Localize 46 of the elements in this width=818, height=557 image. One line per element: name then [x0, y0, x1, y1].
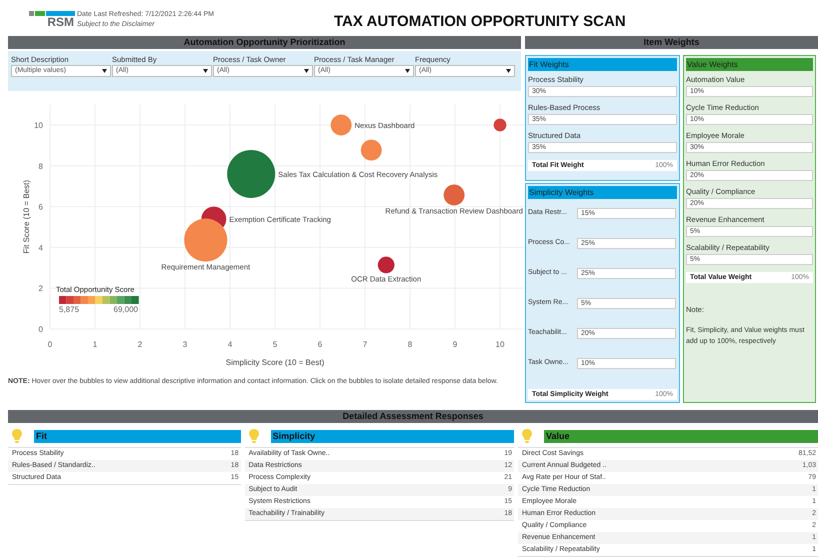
y-tick-label: 6 [38, 202, 43, 212]
section-header: Automation Opportunity Prioritization [8, 36, 521, 49]
x-tick-label: 2 [138, 340, 142, 349]
page-title: TAX AUTOMATION OPPORTUNITY SCAN [334, 13, 626, 31]
caret-icon [203, 69, 208, 73]
lightbulb-icon [248, 429, 259, 443]
y-tick-label: 4 [38, 243, 43, 252]
panel-header: Fit Weights [528, 58, 677, 71]
bubble[interactable] [494, 118, 506, 132]
legend-max: 69,000 [114, 304, 138, 315]
legend-min: 5,875 [59, 304, 80, 315]
x-tick-label: 6 [318, 340, 322, 349]
section-header: Detailed Assessment Responses [8, 410, 818, 423]
lightbulb-icon [12, 429, 22, 443]
group-header: Simplicity [270, 430, 514, 442]
bubble[interactable] [184, 218, 228, 262]
x-tick-label: 8 [408, 340, 412, 349]
x-axis-title: Simplicity Score (10 = Best) [226, 358, 324, 367]
caret-icon [405, 69, 410, 73]
y-tick-label: 10 [34, 121, 43, 130]
y-tick-label: 0 [38, 325, 43, 334]
caret-icon [304, 69, 309, 73]
x-tick-label: 7 [362, 340, 368, 349]
bubble[interactable] [378, 256, 394, 274]
x-tick-label: 4 [228, 340, 232, 349]
x-tick-label: 1 [92, 340, 98, 349]
group-header: Fit [34, 430, 241, 442]
caret-icon [102, 69, 107, 73]
x-tick-label: 5 [272, 340, 278, 349]
logo-text: RSM [47, 16, 74, 29]
bubble[interactable] [444, 184, 465, 206]
y-axis-title: Fit Score (10 = Best) [22, 180, 31, 254]
logo-bars-icon [29, 11, 75, 16]
x-tick-label: 3 [182, 340, 188, 349]
lightbulb-icon [522, 429, 532, 443]
y-tick-label: 8 [38, 162, 43, 171]
x-tick-label: 0 [48, 340, 52, 349]
caret-icon [506, 69, 511, 73]
y-tick-label: 2 [38, 284, 43, 294]
panel-header: Value Weights [686, 58, 813, 71]
section-header: Item Weights [525, 36, 818, 49]
x-tick-label: 9 [452, 340, 458, 349]
bubble[interactable] [227, 150, 276, 198]
x-tick-label: 10 [496, 340, 504, 349]
group-header: Value [544, 430, 818, 442]
panel-header: Simplicity Weights [528, 186, 677, 199]
